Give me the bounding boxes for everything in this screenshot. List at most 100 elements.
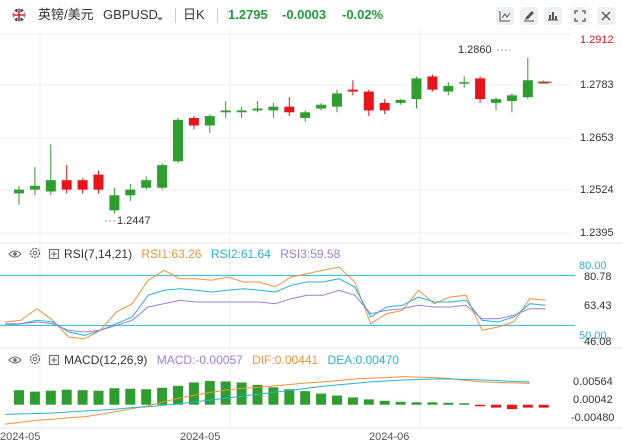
macd-bar [236,382,247,405]
candle [506,93,517,113]
candle-body [29,185,40,190]
candle-body [236,110,247,113]
candle [109,187,120,214]
macd-bar [141,389,152,405]
candle [125,183,136,201]
candle-body [347,89,358,92]
candle-body [443,85,454,92]
candle [45,144,56,196]
macd-bar [332,395,342,405]
rsi3-value: RSI3:59.58 [280,247,341,261]
candle-body [300,112,311,118]
rsi-series [0,266,575,340]
macd-bar [109,388,120,405]
candle-body [77,180,88,190]
eye-icon[interactable] [8,247,22,263]
candle [61,165,72,194]
macd-bar [284,389,295,405]
candle-body [141,180,152,188]
x-axis-label: 2024-05 [180,431,221,443]
candle-body [93,174,104,190]
candle-body [411,78,422,100]
expand-icon[interactable] [48,247,59,263]
dif-value: DIF:0.00441 [252,353,319,367]
macd-tick: -0.00480 [571,412,615,424]
rsi-tick: 46.08 [584,336,612,348]
candle [284,97,295,117]
candle [332,89,342,113]
gear-icon[interactable] [29,353,41,369]
macd-bar [77,390,88,405]
macd-title[interactable]: MACD(12,26,9) [64,353,147,367]
x-axis-label: 2024-05 [0,431,41,443]
macd-bar [475,404,486,407]
macd-value: MACD:-0.00057 [156,353,243,367]
macd-bar [506,404,517,410]
macd-bar [538,404,549,408]
candle-body [109,195,120,211]
candle-body [475,78,486,100]
candle [395,99,406,105]
rsi-title[interactable]: RSI(7,14,21) [64,247,132,261]
candle-body [61,180,72,190]
candle [300,110,311,122]
price-tick: 1.2395 [580,227,614,239]
macd-bar [45,390,56,405]
macd-header: MACD(12,26,9) MACD:-0.00057 DIF:0.00441 … [8,352,405,368]
rsi-tick: 80.78 [584,271,612,283]
candle [14,185,24,205]
macd-bar [300,391,311,405]
macd-series [4,376,549,425]
macd-bar [522,404,533,408]
macd-bar [29,391,40,405]
macd-bar [316,393,327,405]
macd-bar [347,397,358,405]
candle [522,57,533,100]
macd-bar [363,399,374,405]
candle-body [459,82,470,84]
candle [316,102,327,111]
candle [347,80,358,96]
candle [363,89,374,117]
x-axis-label: 2024-06 [369,431,410,443]
dea-value: DEA:0.00470 [327,353,399,367]
candle-body [522,80,533,98]
candle [236,106,247,118]
candle-body [506,95,517,101]
candle-body [395,99,406,103]
candle-body [220,110,231,113]
macd-bar [459,403,470,405]
candle-body [332,93,342,107]
macd-bar [268,387,279,405]
rsi-tick: 63.43 [584,300,612,312]
candle [459,76,470,88]
candle-body [316,104,327,109]
candle [204,114,215,134]
candle [141,176,152,190]
candle-body [14,189,24,194]
gear-icon[interactable] [29,247,41,263]
candle-body [173,119,183,162]
candle-body [427,76,438,90]
candle-body [491,99,501,103]
price-tick: 1.2653 [580,132,614,144]
macd-bar [411,402,422,405]
kline-chart[interactable] [0,0,623,447]
candle [252,100,263,113]
candle-body [252,108,263,111]
macd-bar [93,390,104,405]
macd-bar [443,402,454,405]
candle-body [268,106,279,111]
rsi1-value: RSI1:63.26 [141,247,202,261]
macd-bar [427,402,438,405]
candle-body [125,189,136,196]
candle [443,82,454,96]
candle-body [188,117,199,126]
rsi2-value: RSI2:61.64 [210,247,271,261]
price-tick: 1.2524 [580,184,614,196]
high-price-label: 1.2860 [458,44,492,56]
candle-body [284,106,295,113]
candle [491,97,501,111]
eye-icon[interactable] [8,353,22,369]
expand-icon[interactable] [48,353,59,369]
